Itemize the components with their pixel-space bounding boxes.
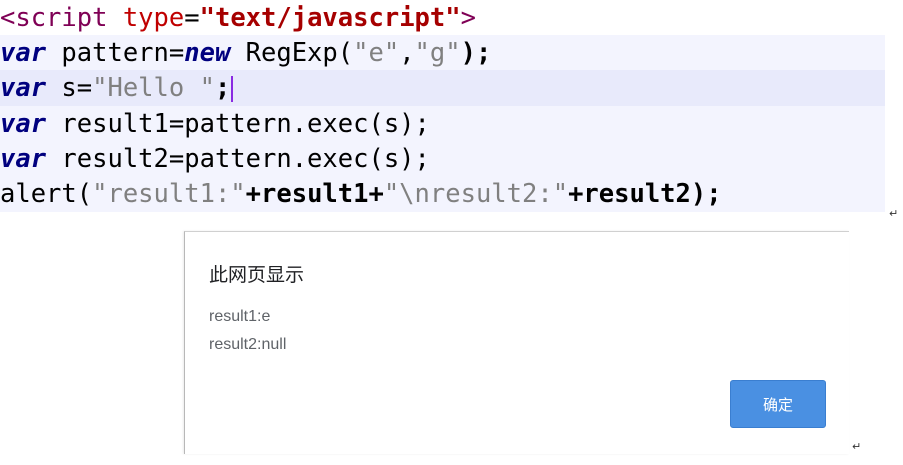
- var-keyword: var: [0, 144, 47, 174]
- regexp-call: RegExp(: [230, 38, 354, 68]
- line-end: );: [460, 38, 492, 68]
- code-line-3: var s="Hello ";: [0, 70, 885, 106]
- code-line-1: <script type="text/javascript">: [0, 0, 476, 36]
- dialog-title: 此网页显示: [209, 265, 305, 286]
- code-block: <script type="text/javascript"> var patt…: [0, 0, 885, 212]
- equals-sign: =: [184, 3, 200, 33]
- var-keyword: var: [0, 73, 47, 103]
- string-hello: "Hello ": [92, 73, 215, 103]
- text-caret: [231, 76, 234, 102]
- paragraph-mark-icon: ↵: [889, 207, 899, 220]
- code-line-2: var pattern=new RegExp("e","g");: [0, 35, 885, 71]
- message-line-2: result2:null: [209, 336, 287, 353]
- string-e: "e": [353, 38, 400, 68]
- code-line-6: alert("result1:"+result1+"\nresult2:"+re…: [0, 176, 885, 212]
- script-open-tag: <script: [0, 3, 108, 33]
- result1-assign: result1=pattern.exec(s);: [46, 109, 430, 139]
- var-keyword: var: [0, 38, 47, 68]
- type-attribute-value: "text/javascript": [199, 3, 461, 33]
- paragraph-mark-icon: ↵: [852, 440, 862, 453]
- dialog-message: result1:e result2:null: [209, 303, 286, 359]
- string-result1-label: "result1:": [92, 179, 246, 209]
- type-attribute: type: [122, 3, 185, 33]
- string-g: "g": [414, 38, 461, 68]
- comma: ,: [399, 38, 415, 68]
- new-keyword: new: [184, 38, 231, 68]
- alert-call: alert(: [0, 179, 93, 209]
- var-keyword: var: [0, 109, 47, 139]
- alert-dialog: 此网页显示 result1:e result2:null 确定: [184, 231, 849, 454]
- string-result2-label: "\nresult2:": [383, 179, 569, 209]
- pattern-assign: pattern=: [46, 38, 185, 68]
- ok-button[interactable]: 确定: [730, 380, 826, 428]
- semicolon: ;: [214, 73, 231, 103]
- s-assign: s=: [46, 73, 93, 103]
- message-line-1: result1:e: [209, 308, 271, 325]
- code-line-5: var result2=pattern.exec(s);: [0, 141, 885, 177]
- script-close-bracket: >: [460, 3, 476, 33]
- concat-result1: +result1+: [245, 179, 384, 209]
- result2-assign: result2=pattern.exec(s);: [46, 144, 430, 174]
- concat-result2-end: +result2);: [568, 179, 722, 209]
- code-line-4: var result1=pattern.exec(s);: [0, 106, 885, 142]
